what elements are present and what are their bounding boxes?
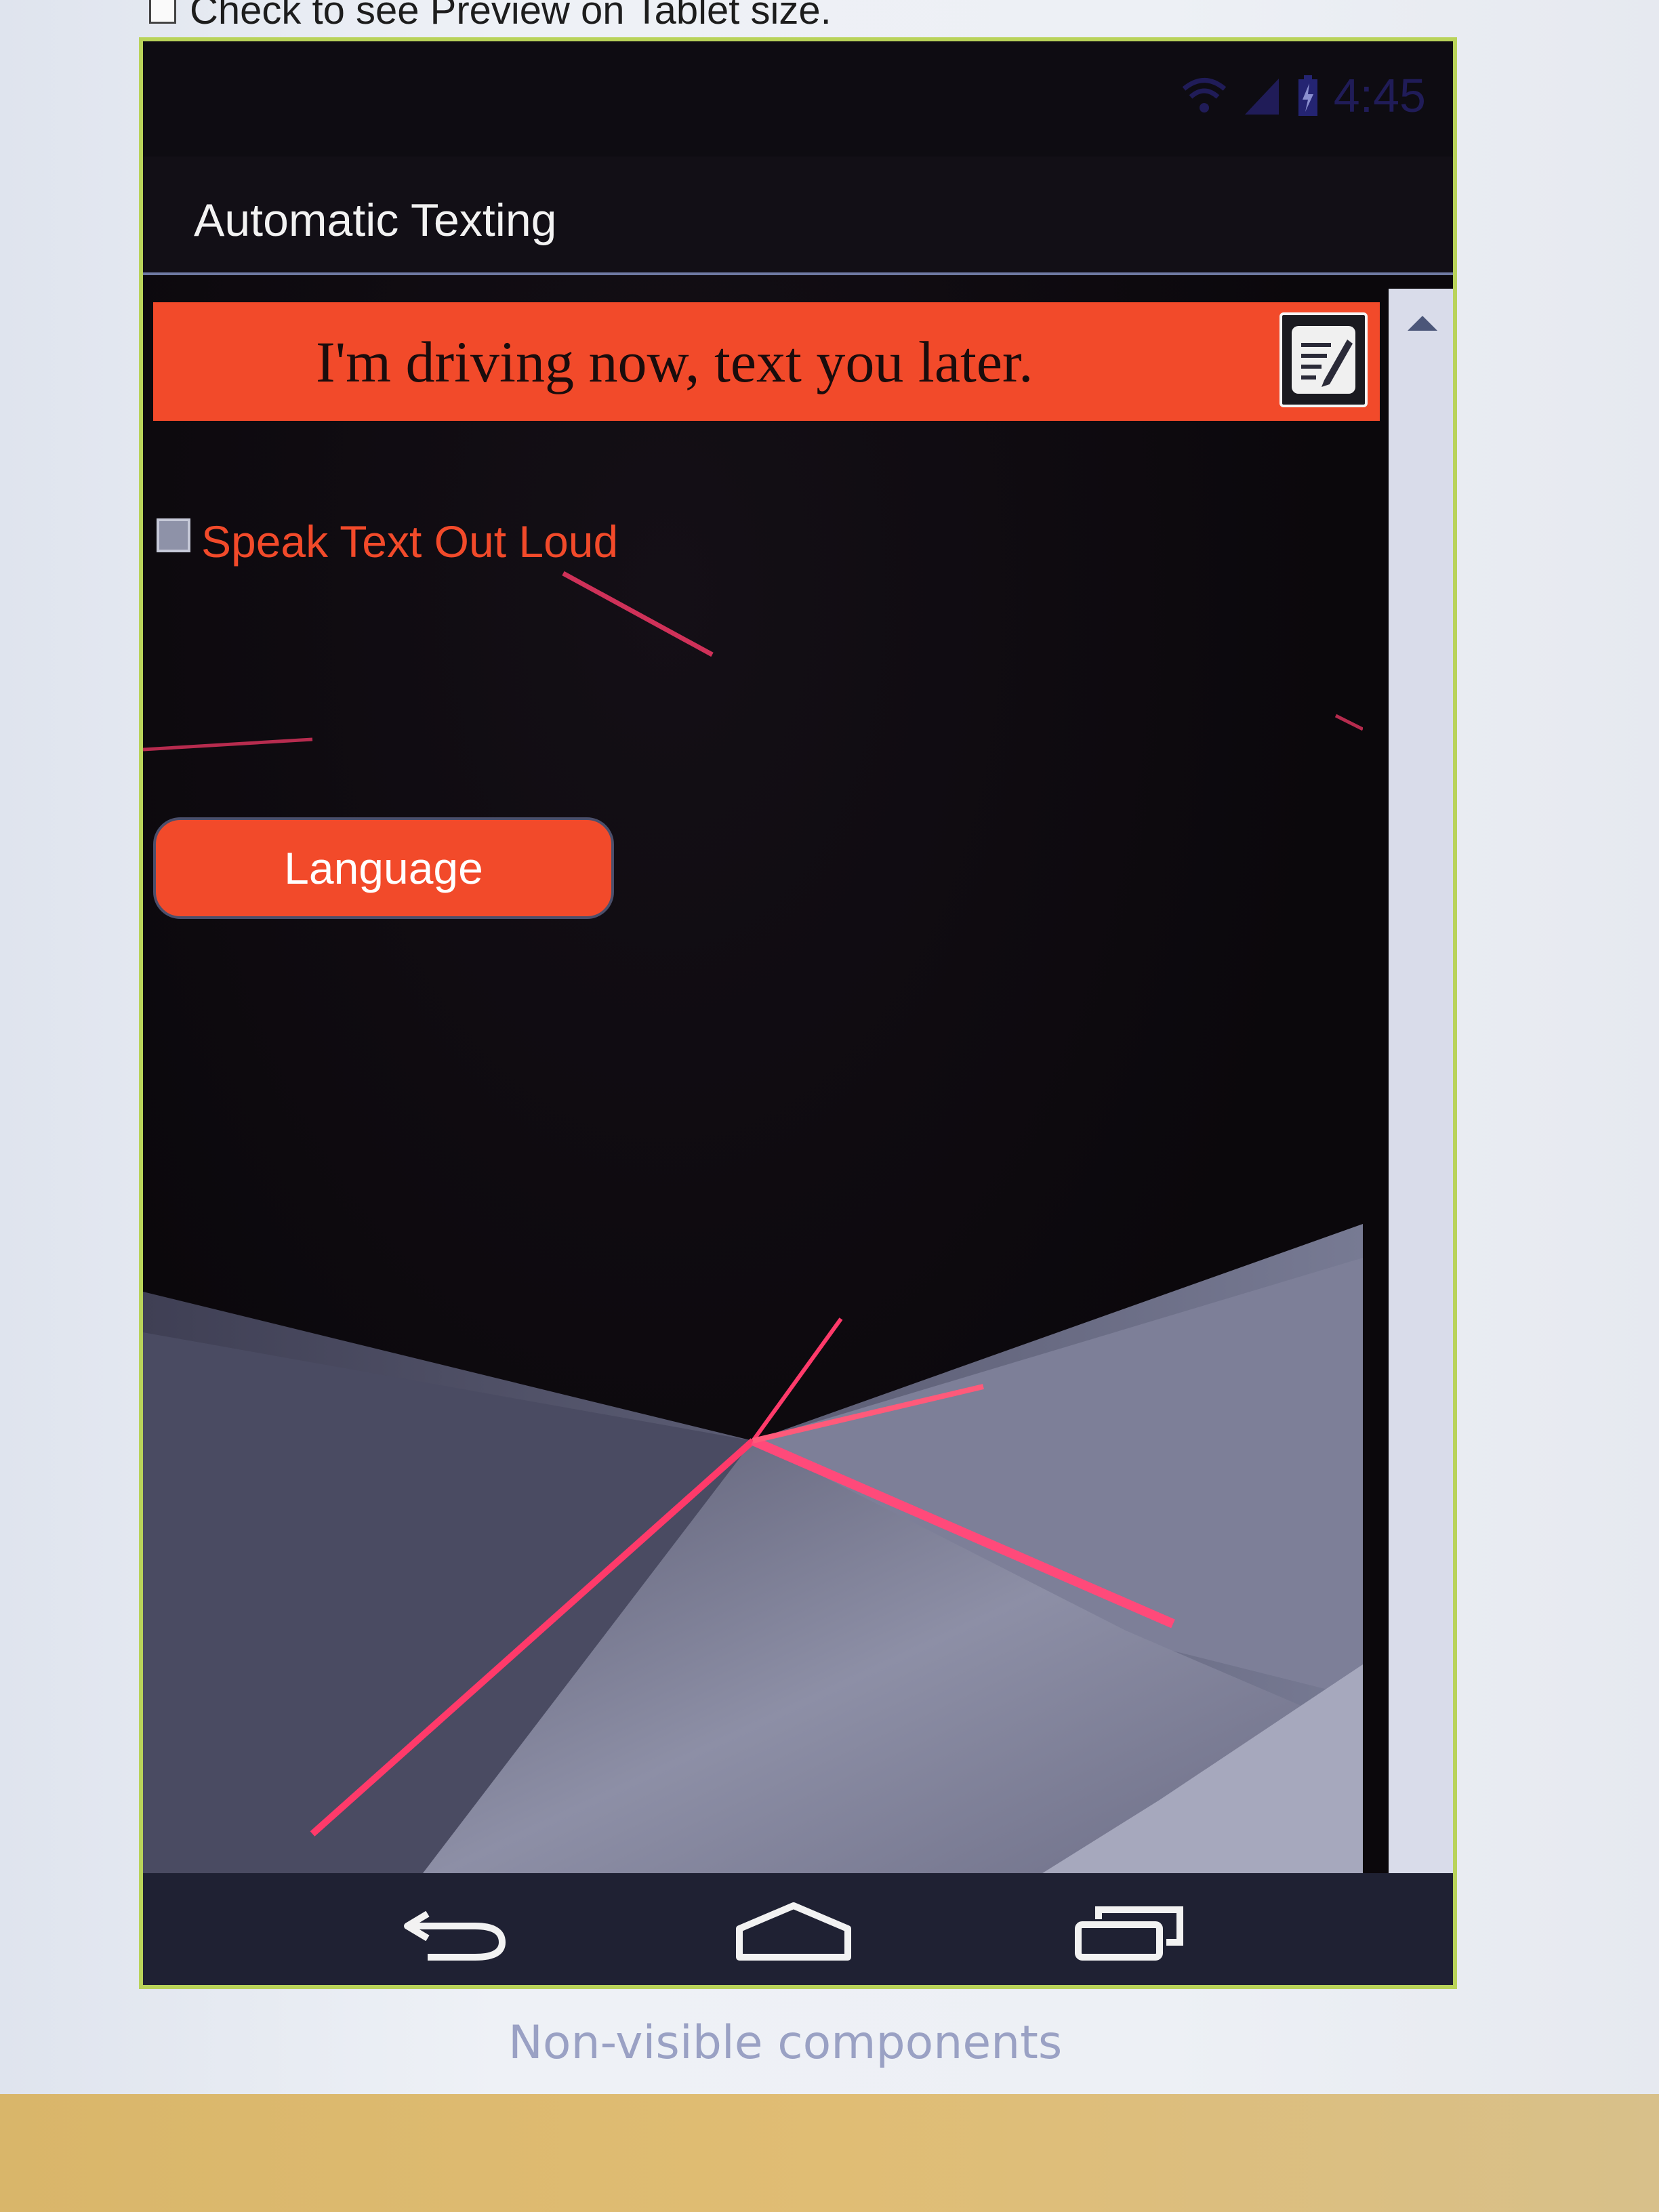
signal-icon xyxy=(1244,79,1279,115)
tablet-preview-checkbox[interactable] xyxy=(149,0,176,24)
action-bar: Automatic Texting xyxy=(143,157,1453,275)
desk-background xyxy=(0,2094,1659,2212)
tablet-preview-label: Check to see Preview on Tablet size. xyxy=(190,0,832,33)
status-time: 4:45 xyxy=(1333,69,1426,122)
speak-text-label: Speak Text Out Loud xyxy=(201,516,619,567)
tablet-preview-row[interactable]: Check to see Preview on Tablet size. xyxy=(149,0,832,34)
back-icon[interactable] xyxy=(401,1900,509,1961)
battery-icon xyxy=(1298,75,1317,116)
wifi-icon xyxy=(1182,78,1226,112)
navigation-bar xyxy=(143,1873,1453,1985)
recents-icon[interactable] xyxy=(1071,1900,1187,1961)
phone-preview: 4:45 Automatic Texting I'm driving now, … xyxy=(139,37,1457,1989)
background-artwork xyxy=(143,571,1363,1873)
edit-icon xyxy=(1292,326,1355,394)
home-icon[interactable] xyxy=(733,1900,855,1961)
status-icons: 4:45 xyxy=(1181,68,1426,123)
scrollbar[interactable] xyxy=(1389,289,1453,1873)
designer-page: Check to see Preview on Tablet size. 4:4… xyxy=(0,0,1659,2212)
non-visible-components-label: Non-visible components xyxy=(508,2016,1063,2070)
auto-reply-message: I'm driving now, text you later. xyxy=(316,329,1033,394)
message-bar: I'm driving now, text you later. xyxy=(153,302,1380,421)
edit-message-button[interactable] xyxy=(1279,312,1368,407)
speak-text-checkbox[interactable] xyxy=(157,518,190,552)
app-title: Automatic Texting xyxy=(194,194,557,246)
screen-content: I'm driving now, text you later. Speak T… xyxy=(143,275,1453,1873)
scroll-up-arrow-icon[interactable] xyxy=(1408,316,1437,331)
speak-text-option[interactable]: Speak Text Out Loud xyxy=(157,516,618,567)
status-bar: 4:45 xyxy=(143,41,1453,157)
language-button[interactable]: Language xyxy=(153,817,614,919)
